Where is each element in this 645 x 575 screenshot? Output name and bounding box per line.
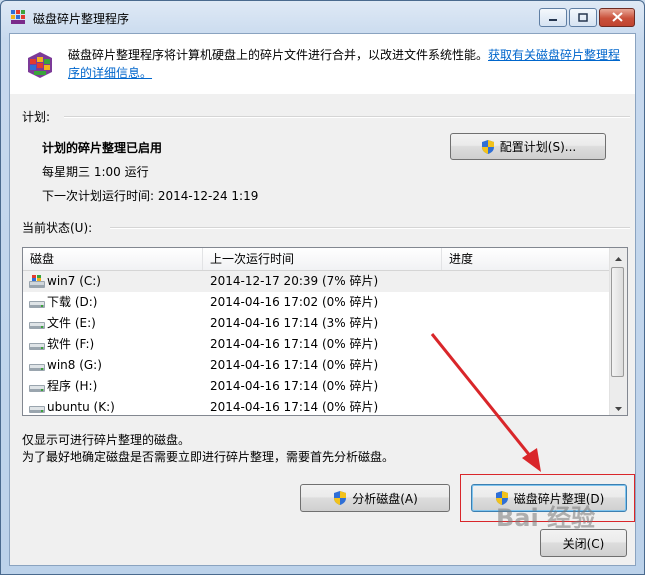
description-header: 磁盘碎片整理程序将计算机硬盘上的碎片文件进行合并，以改进文件系统性能。获取有关磁… <box>10 34 635 94</box>
disk-name: 下载 (D:) <box>47 295 98 309</box>
close-window-button[interactable] <box>599 8 635 27</box>
maximize-button[interactable] <box>569 8 597 27</box>
uac-shield-icon <box>332 490 348 506</box>
disk-row-f[interactable]: 软件 (F:) 2014-04-16 17:14 (0% 碎片) <box>23 334 611 355</box>
disk-name: win7 (C:) <box>47 274 101 288</box>
disk-name: 软件 (F:) <box>47 337 95 351</box>
chevron-down-icon <box>614 400 622 414</box>
maximize-icon <box>578 11 588 25</box>
window-title: 磁盘碎片整理程序 <box>33 12 130 26</box>
filter-note: 仅显示可进行碎片整理的磁盘。 <box>22 433 191 447</box>
close-icon <box>611 11 623 25</box>
configure-schedule-button[interactable]: 配置计划(S)... <box>450 133 606 160</box>
status-divider <box>110 227 630 229</box>
chevron-up-icon <box>614 250 622 264</box>
disk-last-run: 2014-04-16 17:02 (0% 碎片) <box>210 295 379 309</box>
uac-shield-icon <box>480 139 496 155</box>
defragmenter-window: 磁盘碎片整理程序 磁盘碎片整理程序将计算机硬盘上的碎片文件进行合并，以改进文件系… <box>0 0 645 575</box>
schedule-next-run: 下一次计划运行时间: 2014-12-24 1:19 <box>42 189 259 203</box>
windows-drive-icon <box>29 275 45 288</box>
disk-last-run: 2014-04-16 17:14 (0% 碎片) <box>210 337 379 351</box>
disk-row-k[interactable]: ubuntu (K:) 2014-04-16 17:14 (0% 碎片) <box>23 397 611 415</box>
disk-last-run: 2014-04-16 17:14 (0% 碎片) <box>210 358 379 372</box>
analyze-note: 为了最好地确定磁盘是否需要立即进行碎片整理，需要首先分析磁盘。 <box>22 450 395 464</box>
column-disk[interactable]: 磁盘 <box>23 248 203 270</box>
analyze-disk-button[interactable]: 分析磁盘(A) <box>300 484 450 512</box>
disk-last-run: 2014-12-17 20:39 (7% 碎片) <box>210 274 379 288</box>
title-bar[interactable]: 磁盘碎片整理程序 <box>1 1 644 33</box>
column-progress[interactable]: 进度 <box>442 248 611 270</box>
schedule-status: 计划的碎片整理已启用 <box>42 141 163 155</box>
defrag-icon <box>11 10 27 24</box>
schedule-divider <box>64 116 630 118</box>
disk-row-d[interactable]: 下载 (D:) 2014-04-16 17:02 (0% 碎片) <box>23 292 611 313</box>
hard-drive-icon <box>29 338 45 351</box>
disk-row-g[interactable]: win8 (G:) 2014-04-16 17:14 (0% 碎片) <box>23 355 611 376</box>
defragment-disk-button[interactable]: 磁盘碎片整理(D) <box>471 484 627 512</box>
disk-name: win8 (G:) <box>47 358 102 372</box>
disk-name: ubuntu (K:) <box>47 400 115 414</box>
current-status-label: 当前状态(U): <box>22 221 93 235</box>
uac-shield-icon <box>494 490 510 506</box>
description-text: 磁盘碎片整理程序将计算机硬盘上的碎片文件进行合并，以改进文件系统性能。 <box>68 48 489 62</box>
configure-schedule-label: 配置计划(S)... <box>499 140 577 154</box>
column-last-run[interactable]: 上一次运行时间 <box>203 248 442 270</box>
disk-last-run: 2014-04-16 17:14 (3% 碎片) <box>210 316 379 330</box>
scrollbar-thumb[interactable] <box>611 267 624 377</box>
disk-name: 文件 (E:) <box>47 316 96 330</box>
dialog-body: 磁盘碎片整理程序将计算机硬盘上的碎片文件进行合并，以改进文件系统性能。获取有关磁… <box>9 33 636 566</box>
schedule-frequency: 每星期三 1:00 运行 <box>42 165 149 179</box>
scroll-up-button[interactable] <box>610 248 626 265</box>
defrag-app-icon <box>24 48 56 80</box>
hard-drive-icon <box>29 296 45 309</box>
defragment-disk-label: 磁盘碎片整理(D) <box>513 491 605 506</box>
disk-last-run: 2014-04-16 17:14 (0% 碎片) <box>210 379 379 393</box>
hard-drive-icon <box>29 401 45 414</box>
disk-last-run: 2014-04-16 17:14 (0% 碎片) <box>210 400 379 414</box>
hard-drive-icon <box>29 380 45 393</box>
disk-row-c[interactable]: win7 (C:) 2014-12-17 20:39 (7% 碎片) <box>23 271 611 292</box>
hard-drive-icon <box>29 359 45 372</box>
description: 磁盘碎片整理程序将计算机硬盘上的碎片文件进行合并，以改进文件系统性能。获取有关磁… <box>68 46 628 82</box>
disk-list[interactable]: 磁盘 上一次运行时间 进度 win7 (C:) 2014-12-17 20:39… <box>22 247 628 416</box>
disk-name: 程序 (H:) <box>47 379 98 393</box>
analyze-disk-label: 分析磁盘(A) <box>352 491 418 506</box>
minimize-icon <box>548 11 558 25</box>
minimize-button[interactable] <box>539 8 567 27</box>
disk-row-e[interactable]: 文件 (E:) 2014-04-16 17:14 (3% 碎片) <box>23 313 611 334</box>
scroll-down-button[interactable] <box>610 398 626 415</box>
hard-drive-icon <box>29 317 45 330</box>
close-button[interactable]: 关闭(C) <box>540 529 627 557</box>
disk-list-header: 磁盘 上一次运行时间 进度 <box>23 248 611 271</box>
disk-row-h[interactable]: 程序 (H:) 2014-04-16 17:14 (0% 碎片) <box>23 376 611 397</box>
schedule-label: 计划: <box>22 110 51 124</box>
close-button-label: 关闭(C) <box>562 536 605 551</box>
disk-list-scrollbar[interactable] <box>609 248 627 415</box>
